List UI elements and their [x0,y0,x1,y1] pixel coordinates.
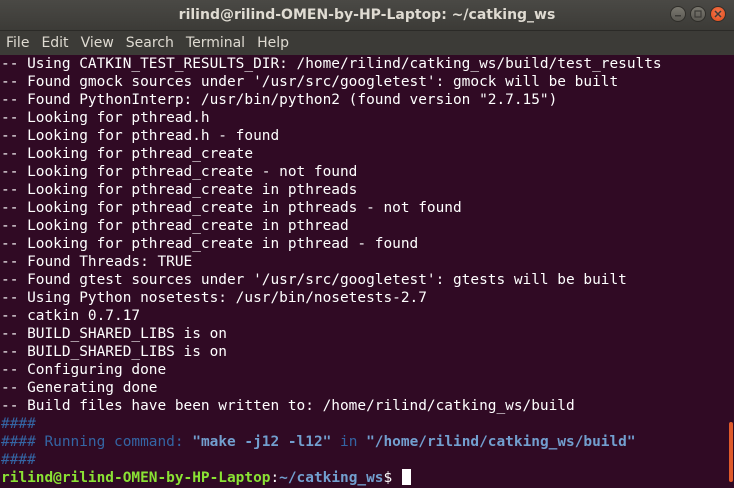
menu-terminal[interactable]: Terminal [180,31,251,55]
output-line: -- Build files have been written to: /ho… [1,398,575,414]
running-command: "make -j12 -l12" [192,434,332,450]
prompt-colon: : [270,470,280,486]
minimize-icon [675,15,681,17]
output-line: -- Looking for pthread_create in pthread… [1,182,358,198]
close-icon [714,10,722,18]
output-line: -- Looking for pthread_create in pthread… [1,236,419,252]
output-line: -- Generating done [1,380,158,396]
maximize-icon [694,10,702,18]
menu-help[interactable]: Help [251,31,295,55]
running-in-word: in [331,434,367,450]
menu-edit[interactable]: Edit [35,31,74,55]
running-command-line: #### Running command: "make -j12 -l12" i… [0,433,727,451]
output-line: -- Looking for pthread.h [1,110,210,126]
output-line: -- Found PythonInterp: /usr/bin/python2 … [1,92,558,108]
output-line: -- Looking for pthread_create [1,146,254,162]
output-line: -- Looking for pthread_create in pthread [1,218,349,234]
terminal-output[interactable]: -- Using CATKIN_TEST_RESULTS_DIR: /home/… [0,55,727,488]
title-bar[interactable]: rilind@rilind-OMEN-by-HP-Laptop: ~/catki… [0,0,734,31]
hash-separator-line: #### [1,416,36,432]
output-line: -- Configuring done [1,362,167,378]
terminal-window: rilind@rilind-OMEN-by-HP-Laptop: ~/catki… [0,0,734,488]
prompt-symbol: $ [383,470,401,486]
output-line: -- Looking for pthread_create in pthread… [1,200,462,216]
window-title: rilind@rilind-OMEN-by-HP-Laptop: ~/catki… [178,7,556,23]
prompt-line[interactable]: rilind@rilind-OMEN-by-HP-Laptop:~/catkin… [0,469,727,487]
text-cursor [401,469,411,485]
output-line: -- Looking for pthread.h - found [1,128,280,144]
minimize-button[interactable] [670,6,686,22]
maximize-button[interactable] [690,6,706,22]
scrollbar-thumb[interactable] [729,422,733,482]
running-label: Running command: [44,434,193,450]
output-line: -- BUILD_SHARED_LIBS is on [1,326,227,342]
window-controls [670,6,726,22]
menu-bar: File Edit View Search Terminal Help [0,31,734,55]
running-directory: "/home/rilind/catking_ws/build" [366,434,636,450]
output-line: -- Using Python nosetests: /usr/bin/nose… [1,290,427,306]
output-line: -- Found gmock sources under '/usr/src/g… [1,74,619,90]
menu-file[interactable]: File [0,31,35,55]
output-line: -- BUILD_SHARED_LIBS is on [1,344,227,360]
prompt-path: ~/catking_ws [279,470,384,486]
output-line: -- catkin 0.7.17 [1,308,141,324]
output-line: -- Using CATKIN_TEST_RESULTS_DIR: /home/… [1,56,662,72]
output-line: -- Found gtest sources under '/usr/src/g… [1,272,627,288]
menu-view[interactable]: View [75,31,120,55]
prompt-user-host: rilind@rilind-OMEN-by-HP-Laptop [1,470,271,486]
output-line: -- Looking for pthread_create - not foun… [1,164,358,180]
menu-search[interactable]: Search [120,31,180,55]
hash-prefix: #### [1,434,45,450]
output-line: -- Found Threads: TRUE [1,254,193,270]
hash-separator-line: #### [1,452,36,468]
close-button[interactable] [710,6,726,22]
scrollbar[interactable] [727,55,734,488]
